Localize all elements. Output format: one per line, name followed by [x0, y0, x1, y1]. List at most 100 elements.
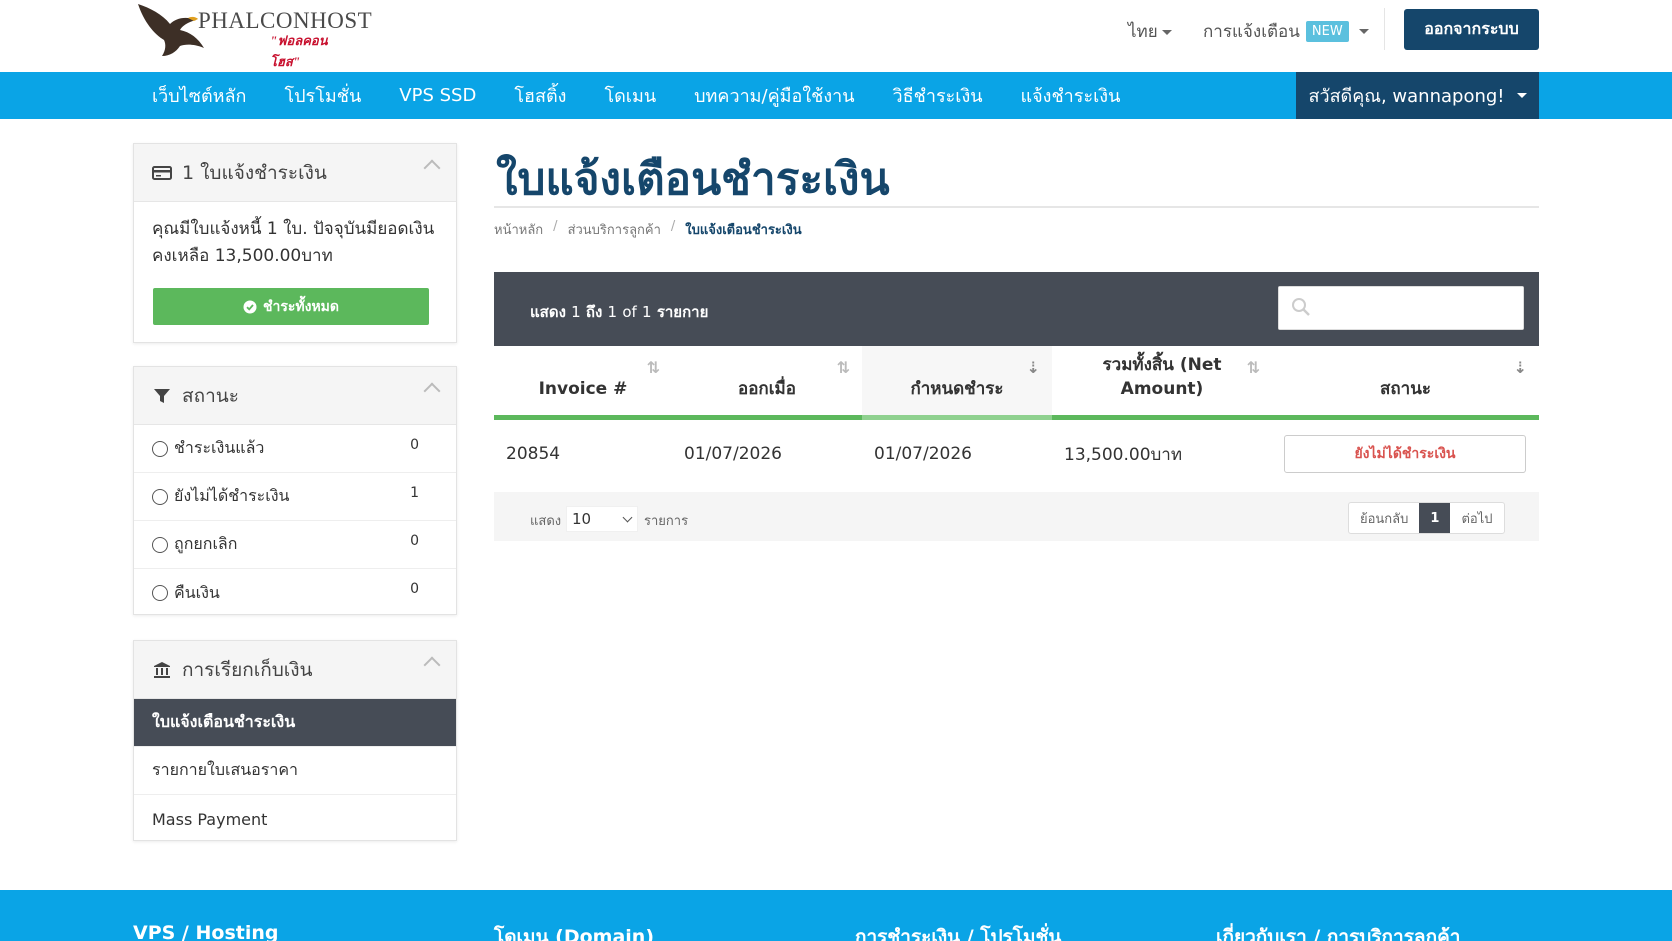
- nav-item-payment-methods[interactable]: วิธีชำระเงิน: [874, 72, 1002, 119]
- page-title: ใบแจ้งเตือนชำระเงิน: [496, 154, 890, 205]
- eagle-logo-icon: [138, 4, 204, 56]
- column-total[interactable]: ⇅ รวมทั้งสิ้น (Net Amount): [1052, 346, 1272, 420]
- filter-count: 0: [410, 437, 419, 453]
- pagination-prev[interactable]: ย้อนกลับ: [1349, 503, 1419, 533]
- filter-refunded[interactable]: คืนเงิน 0: [134, 569, 456, 617]
- nav-item-payment-notify[interactable]: แจ้งชำระเงิน: [1002, 72, 1140, 119]
- filter-cancelled[interactable]: ถูกยกเลิก 0: [134, 521, 456, 569]
- info-total: 1: [642, 303, 652, 321]
- user-greeting: สวัสดีคุณ, wannapong!: [1308, 86, 1505, 107]
- billing-item-mass-payment[interactable]: Mass Payment: [134, 795, 456, 843]
- billing-panel: การเรียกเก็บเงิน ใบแจ้งเตือนชำระเงิน ราย…: [133, 640, 457, 841]
- chevron-up-icon[interactable]: [423, 159, 441, 177]
- bank-icon: [152, 661, 172, 679]
- table-info: แสดง 1 ถึง 1 of 1 รายกาย: [530, 300, 708, 324]
- filter-count: 0: [410, 581, 419, 597]
- filter-label: ชำระเงินแล้ว: [174, 438, 265, 457]
- billing-item-quotes[interactable]: รายกายใบเสนอราคา: [134, 747, 456, 795]
- radio-button[interactable]: [152, 536, 168, 553]
- notifications-label: การแจ้งเตือน: [1203, 22, 1300, 42]
- chevron-up-icon[interactable]: [423, 656, 441, 674]
- column-status[interactable]: ⇣ สถานะ: [1272, 346, 1539, 420]
- caret-down-icon: [1161, 29, 1172, 35]
- billing-item-invoices[interactable]: ใบแจ้งเตือนชำระเงิน: [134, 699, 456, 747]
- breadcrumb: หน้าหลัก / ส่วนบริการลูกค้า / ใบแจ้งเตือ…: [494, 219, 802, 240]
- invoices-summary-message: คุณมีใบแจ้งหนี้ 1 ใบ. ปัจจุบันมียอดเงินค…: [152, 219, 435, 266]
- column-label: Invoice #: [538, 379, 628, 399]
- breadcrumb-current: ใบแจ้งเตือนชำระเงิน: [685, 223, 802, 238]
- language-dropdown[interactable]: ไทย: [1128, 18, 1172, 45]
- logout-button[interactable]: ออกจากระบบ: [1404, 9, 1539, 50]
- per-page-select[interactable]: 10: [566, 506, 638, 532]
- header-divider: [1384, 8, 1385, 50]
- sort-icon: ⇅: [1246, 358, 1260, 377]
- table-row[interactable]: 20854 01/07/2026 01/07/2026 13,500.00บาท…: [494, 420, 1539, 488]
- nav-item-home[interactable]: เว็บไซต์หลัก: [133, 72, 265, 119]
- sort-ascending-icon: ⇣: [1026, 358, 1040, 377]
- footer-heading-payment: การชำระเงิน / โปรโมชั่น: [855, 926, 1062, 941]
- caret-down-icon: [1516, 93, 1527, 98]
- info-of: of: [622, 303, 637, 321]
- user-menu-dropdown[interactable]: สวัสดีคุณ, wannapong!: [1296, 72, 1539, 119]
- credit-card-icon: [152, 165, 172, 181]
- title-divider: [494, 206, 1539, 208]
- filter-label: คืนเงิน: [174, 582, 220, 602]
- filter-count: 1: [410, 485, 419, 501]
- status-filter-panel: สถานะ ชำระเงินแล้ว 0 ยังไม่ได้ชำระเงิน 1…: [133, 366, 457, 615]
- cell-issued: 01/07/2026: [684, 444, 782, 464]
- per-page-label: แสดง: [530, 514, 562, 529]
- breadcrumb-client-area[interactable]: ส่วนบริการลูกค้า: [568, 219, 661, 240]
- column-invoice-number[interactable]: ⇅ Invoice #: [494, 346, 672, 420]
- status-filter-header[interactable]: สถานะ: [134, 367, 456, 425]
- nav-item-hosting[interactable]: โฮสติ้ง: [495, 72, 585, 119]
- info-unit: รายกาย: [656, 303, 709, 321]
- pay-all-button[interactable]: ชำระทั้งหมด: [153, 288, 429, 325]
- filter-label: ถูกยกเลิก: [174, 534, 238, 553]
- radio-button[interactable]: [152, 440, 168, 457]
- info-to-word: ถึง: [585, 303, 603, 321]
- notifications-dropdown[interactable]: การแจ้งเตือน NEW: [1203, 18, 1369, 45]
- pay-all-label: ชำระทั้งหมด: [262, 297, 339, 314]
- table-footer: แสดง 10 รายการ ย้อนกลับ 1 ต่อไป: [494, 492, 1539, 541]
- brand-logo[interactable]: PHALCONHOST "ฟอลคอนโฮส": [136, 0, 372, 69]
- new-badge: NEW: [1305, 21, 1349, 42]
- search-input[interactable]: [1279, 287, 1523, 329]
- info-from: 1: [571, 303, 581, 321]
- info-to: 1: [607, 303, 618, 321]
- language-label: ไทย: [1128, 22, 1158, 42]
- top-header: PHALCONHOST "ฟอลคอนโฮส" ไทย การแจ้งเตือน…: [0, 0, 1672, 72]
- sort-descending-icon: ⇣: [1513, 358, 1527, 377]
- column-due-date[interactable]: ⇣ กำหนดชำระ: [862, 346, 1052, 420]
- pagination-next[interactable]: ต่อไป: [1450, 503, 1503, 533]
- filter-paid[interactable]: ชำระเงินแล้ว 0: [134, 425, 456, 473]
- footer-heading-hosting: VPS / Hosting: [133, 922, 279, 941]
- breadcrumb-home[interactable]: หน้าหลัก: [494, 219, 543, 240]
- caret-down-icon: [1358, 29, 1369, 34]
- pagination-page[interactable]: 1: [1419, 503, 1451, 533]
- nav-item-domain[interactable]: โดเมน: [585, 72, 675, 119]
- column-label: รวมทั้งสิ้น (Net Amount): [1102, 355, 1222, 399]
- chevron-up-icon[interactable]: [423, 382, 441, 400]
- table-search[interactable]: [1278, 286, 1524, 330]
- invoices-summary-panel: 1 ใบแจ้งชำระเงิน คุณมีใบแจ้งหนี้ 1 ใบ. ป…: [133, 143, 457, 343]
- radio-button[interactable]: [152, 585, 168, 601]
- chevron-down-icon: [622, 512, 633, 523]
- nav-item-vps-ssd[interactable]: VPS SSD: [380, 72, 495, 119]
- breadcrumb-separator: /: [670, 219, 676, 234]
- status-badge-unpaid[interactable]: ยังไม่ได้ชำระเงิน: [1284, 435, 1526, 473]
- filter-label: ยังไม่ได้ชำระเงิน: [174, 486, 290, 505]
- billing-header[interactable]: การเรียกเก็บเงิน: [134, 641, 456, 699]
- column-issued[interactable]: ⇅ ออกเมื่อ: [672, 346, 862, 420]
- items-label: รายการ: [644, 514, 689, 529]
- info-show: แสดง: [530, 303, 566, 321]
- nav-item-promotions[interactable]: โปรโมชั่น: [265, 72, 380, 119]
- filter-unpaid[interactable]: ยังไม่ได้ชำระเงิน 1: [134, 473, 456, 521]
- pagination: ย้อนกลับ 1 ต่อไป: [1348, 502, 1505, 534]
- radio-button[interactable]: [152, 488, 168, 505]
- footer-heading-domain: โดเมน (Domain): [494, 926, 655, 941]
- footer-heading-about: เกี่ยวกับเรา / การบริการลูกค้า: [1216, 926, 1461, 941]
- breadcrumb-separator: /: [553, 219, 558, 234]
- nav-item-articles[interactable]: บทความ/คู่มือใช้งาน: [675, 72, 873, 119]
- invoices-summary-title: 1 ใบแจ้งชำระเงิน: [182, 161, 327, 184]
- invoices-summary-header[interactable]: 1 ใบแจ้งชำระเงิน: [134, 144, 456, 202]
